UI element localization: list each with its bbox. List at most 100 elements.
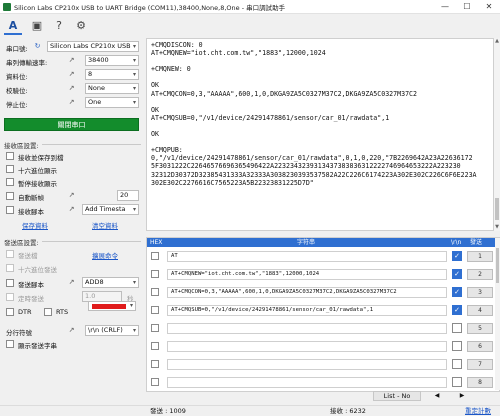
help-icon[interactable]: ? bbox=[50, 17, 68, 35]
send-button[interactable]: 1 bbox=[467, 251, 493, 262]
chevron-down-icon: ▾ bbox=[132, 327, 136, 334]
next-page-button[interactable]: ▶ bbox=[453, 391, 471, 401]
hex-checkbox[interactable] bbox=[151, 270, 159, 278]
save-data-link[interactable]: 保存資料 bbox=[22, 220, 48, 230]
baud-select[interactable]: 38400 ▾ bbox=[85, 55, 139, 66]
send-list-scrollbar[interactable] bbox=[495, 238, 500, 390]
maximize-button[interactable]: ☐ bbox=[456, 0, 478, 14]
crlf-column-header: \r\n bbox=[451, 239, 462, 246]
scroll-up-icon[interactable]: ▲ bbox=[494, 38, 500, 44]
hex-checkbox[interactable] bbox=[151, 324, 159, 332]
close-button[interactable]: ✕ bbox=[478, 0, 500, 14]
send-script-value: ADD8 bbox=[85, 278, 104, 286]
chevron-down-icon: ▾ bbox=[132, 43, 136, 50]
auto-break-checkbox[interactable] bbox=[6, 192, 14, 200]
scroll-thumb[interactable] bbox=[495, 198, 499, 220]
pause-display-checkbox[interactable] bbox=[6, 178, 14, 186]
save-to-file-label: 接收並保存到檔 bbox=[18, 154, 64, 162]
send-button[interactable]: 6 bbox=[467, 341, 493, 352]
send-button[interactable]: 4 bbox=[467, 305, 493, 316]
command-input[interactable]: AT bbox=[167, 251, 447, 262]
crlf-checkbox[interactable]: ✓ bbox=[452, 251, 462, 261]
parity-value: None bbox=[88, 84, 105, 92]
refresh-icon[interactable]: ↻ bbox=[33, 42, 42, 51]
crlf-checkbox[interactable] bbox=[452, 359, 462, 369]
settings-pane: 串口號: ↻ Silicon Labs CP210x USB ▾ 串列傳輸速率:… bbox=[0, 38, 146, 410]
crlf-checkbox[interactable]: ✓ bbox=[452, 305, 462, 315]
send-button[interactable]: 2 bbox=[467, 269, 493, 280]
auto-break-input[interactable]: 20 bbox=[117, 190, 139, 201]
receive-script-select[interactable]: Add Timesta ▾ bbox=[82, 204, 139, 215]
send-file-checkbox[interactable] bbox=[6, 250, 14, 258]
baud-value: 38400 bbox=[88, 56, 109, 64]
scroll-thumb[interactable] bbox=[496, 248, 499, 283]
extend-commands-link[interactable]: 擴展命令 bbox=[92, 250, 118, 260]
crlf-checkbox[interactable] bbox=[452, 323, 462, 333]
send-color-picker[interactable]: ▾ bbox=[88, 301, 136, 311]
crlf-checkbox[interactable]: ✓ bbox=[452, 269, 462, 279]
command-input[interactable]: AT+CMQNEW="iot.cht.com.tw","1883",12000,… bbox=[167, 269, 447, 280]
receive-script-checkbox[interactable] bbox=[6, 206, 14, 214]
status-bar: 發送 : 1009 接收 : 6232 重定計數 bbox=[0, 405, 500, 416]
close-port-button[interactable]: 關閉串口 bbox=[4, 118, 139, 131]
pin-icon: ↗ bbox=[68, 205, 75, 213]
send-script-label: 發送腳本 bbox=[18, 281, 44, 289]
send-list: HEX 字符串 \r\n 發送 AT ✓ 1 AT+CMQNEW="iot.cht.c… bbox=[146, 237, 500, 392]
show-send-string-checkbox[interactable] bbox=[6, 340, 14, 348]
send-button[interactable]: 8 bbox=[467, 377, 493, 388]
chevron-down-icon: ▾ bbox=[129, 302, 133, 309]
crlf-checkbox[interactable] bbox=[452, 341, 462, 351]
image-icon[interactable]: ▣ bbox=[28, 17, 46, 35]
scroll-down-icon[interactable]: ▼ bbox=[494, 224, 500, 230]
data-bits-select[interactable]: 8 ▾ bbox=[85, 69, 139, 80]
receive-scrollbar[interactable]: ▲ ▼ bbox=[494, 38, 500, 231]
crlf-checkbox[interactable] bbox=[452, 377, 462, 387]
dtr-checkbox[interactable] bbox=[6, 308, 14, 316]
save-to-file-checkbox[interactable] bbox=[6, 152, 14, 160]
settings-icon[interactable]: ⚙ bbox=[72, 17, 90, 35]
command-input[interactable]: AT+CMQSUB=0,"/v1/device/24291478861/sens… bbox=[167, 305, 447, 316]
font-icon[interactable]: A bbox=[4, 17, 22, 35]
reset-count-link[interactable]: 重定計數 bbox=[465, 406, 491, 416]
line-separator-label: 分行符號 bbox=[6, 329, 32, 337]
hex-checkbox[interactable] bbox=[151, 378, 159, 386]
send-script-checkbox[interactable] bbox=[6, 279, 14, 287]
clear-data-link[interactable]: 清空資料 bbox=[92, 220, 118, 230]
receive-textarea[interactable]: +CMQDISCON: 0 AT+CMQNEW="iot.cht.com.tw"… bbox=[146, 38, 494, 231]
hex-send-checkbox[interactable] bbox=[6, 264, 14, 272]
string-column-header: 字符串 bbox=[297, 239, 316, 246]
prev-page-button[interactable]: ◀ bbox=[428, 391, 446, 401]
hex-checkbox[interactable] bbox=[151, 342, 159, 350]
rts-checkbox[interactable] bbox=[44, 308, 52, 316]
hex-checkbox[interactable] bbox=[151, 288, 159, 296]
hex-display-checkbox[interactable] bbox=[6, 165, 14, 173]
command-input[interactable] bbox=[167, 341, 447, 352]
send-script-select[interactable]: ADD8 ▾ bbox=[82, 277, 139, 288]
timed-send-checkbox[interactable] bbox=[6, 293, 14, 301]
hex-checkbox[interactable] bbox=[151, 252, 159, 260]
app-window: Silicon Labs CP210x USB to UART Bridge (… bbox=[0, 0, 500, 416]
send-list-row: AT ✓ 1 bbox=[147, 250, 495, 263]
command-input[interactable] bbox=[167, 359, 447, 370]
crlf-checkbox[interactable]: ✓ bbox=[452, 287, 462, 297]
port-select[interactable]: Silicon Labs CP210x USB ▾ bbox=[47, 41, 139, 52]
send-settings-title: 發送區設置: bbox=[4, 237, 42, 247]
stop-bits-select[interactable]: One ▾ bbox=[85, 97, 139, 108]
send-button[interactable]: 5 bbox=[467, 323, 493, 334]
hex-checkbox[interactable] bbox=[151, 306, 159, 314]
receive-text: +CMQDISCON: 0 AT+CMQNEW="iot.cht.com.tw"… bbox=[151, 41, 477, 187]
send-file-label: 發送檔 bbox=[18, 252, 38, 260]
command-input[interactable] bbox=[167, 323, 447, 334]
send-button[interactable]: 7 bbox=[467, 359, 493, 370]
parity-select[interactable]: None ▾ bbox=[85, 83, 139, 94]
command-input[interactable] bbox=[167, 377, 447, 388]
auto-break-label: 自動斷幀 bbox=[18, 194, 44, 202]
minimize-button[interactable]: — bbox=[434, 0, 456, 14]
timed-send-label: 定時發送 bbox=[18, 295, 44, 303]
hex-checkbox[interactable] bbox=[151, 360, 159, 368]
data-bits-value: 8 bbox=[88, 70, 93, 78]
pause-display-label: 暫停接收顯示 bbox=[18, 180, 57, 188]
command-input[interactable]: AT+CMQCON=0,3,"AAAAA",600,1,0,DKGA9ZA5C0… bbox=[167, 287, 447, 298]
line-separator-select[interactable]: \r\n (CRLF) ▾ bbox=[85, 325, 139, 336]
send-button[interactable]: 3 bbox=[467, 287, 493, 298]
